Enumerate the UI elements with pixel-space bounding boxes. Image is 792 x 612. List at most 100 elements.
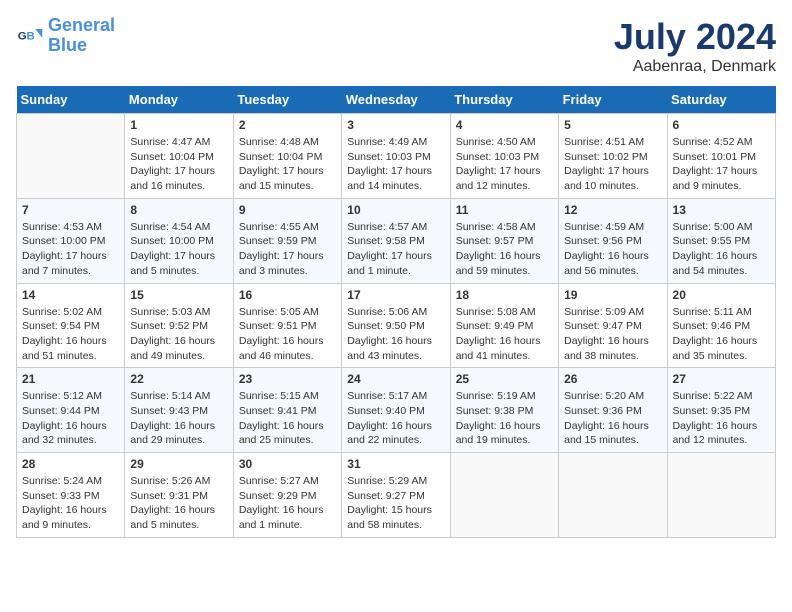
calendar-cell: 23 Sunrise: 5:15 AMSunset: 9:41 PMDayligh… (233, 368, 341, 453)
day-number: 13 (673, 203, 770, 217)
day-number: 26 (564, 372, 661, 386)
weekday-header-wednesday: Wednesday (342, 86, 450, 114)
day-number: 1 (130, 118, 227, 132)
calendar-cell: 2 Sunrise: 4:48 AMSunset: 10:04 PMDayligh… (233, 114, 341, 199)
day-number: 10 (347, 203, 444, 217)
svg-text:G: G (18, 30, 27, 42)
calendar-cell: 1 Sunrise: 4:47 AMSunset: 10:04 PMDayligh… (125, 114, 233, 199)
day-info: Sunrise: 5:22 AMSunset: 9:35 PMDaylight:… (673, 389, 770, 448)
day-number: 8 (130, 203, 227, 217)
day-number: 24 (347, 372, 444, 386)
day-info: Sunrise: 4:52 AMSunset: 10:01 PMDaylight… (673, 135, 770, 194)
logo-line1: General (48, 15, 115, 35)
day-info: Sunrise: 4:53 AMSunset: 10:00 PMDaylight… (22, 220, 119, 279)
calendar-cell: 18 Sunrise: 5:08 AMSunset: 9:49 PMDayligh… (450, 283, 558, 368)
calendar-cell: 12Sunrise: 4:59 AMSunset: 9:56 PMDayligh… (559, 198, 667, 283)
title-block: July 2024 Aabenraa, Denmark (614, 16, 776, 76)
day-number: 3 (347, 118, 444, 132)
calendar-week-4: 21 Sunrise: 5:12 AMSunset: 9:44 PMDayligh… (17, 368, 776, 453)
day-info: Sunrise: 5:26 AMSunset: 9:31 PMDaylight:… (130, 474, 227, 533)
calendar-cell: 8Sunrise: 4:54 AMSunset: 10:00 PMDayligh… (125, 198, 233, 283)
svg-text:B: B (27, 30, 35, 42)
logo-icon: G B (16, 22, 44, 50)
calendar-cell: 5Sunrise: 4:51 AMSunset: 10:02 PMDayligh… (559, 114, 667, 199)
day-info: Sunrise: 5:02 AMSunset: 9:54 PMDaylight:… (22, 305, 119, 364)
calendar-cell: 20Sunrise: 5:11 AMSunset: 9:46 PMDayligh… (667, 283, 775, 368)
calendar-cell: 26 Sunrise: 5:20 AMSunset: 9:36 PMDayligh… (559, 368, 667, 453)
day-number: 4 (456, 118, 553, 132)
calendar-week-3: 14 Sunrise: 5:02 AMSunset: 9:54 PMDayligh… (17, 283, 776, 368)
day-info: Sunrise: 5:05 AMSunset: 9:51 PMDaylight:… (239, 305, 336, 364)
calendar-cell: 7Sunrise: 4:53 AMSunset: 10:00 PMDayligh… (17, 198, 125, 283)
day-info: Sunrise: 4:58 AMSunset: 9:57 PMDaylight:… (456, 220, 553, 279)
day-info: Sunrise: 4:51 AMSunset: 10:02 PMDaylight… (564, 135, 661, 194)
calendar-week-5: 28 Sunrise: 5:24 AMSunset: 9:33 PMDayligh… (17, 453, 776, 538)
calendar-cell: 11 Sunrise: 4:58 AMSunset: 9:57 PMDayligh… (450, 198, 558, 283)
day-info: Sunrise: 4:47 AMSunset: 10:04 PMDaylight… (130, 135, 227, 194)
day-number: 27 (673, 372, 770, 386)
day-number: 14 (22, 288, 119, 302)
day-number: 31 (347, 457, 444, 471)
day-info: Sunrise: 4:57 AMSunset: 9:58 PMDaylight:… (347, 220, 444, 279)
calendar-cell: 28 Sunrise: 5:24 AMSunset: 9:33 PMDayligh… (17, 453, 125, 538)
weekday-header-sunday: Sunday (17, 86, 125, 114)
day-number: 9 (239, 203, 336, 217)
calendar-cell: 24 Sunrise: 5:17 AMSunset: 9:40 PMDayligh… (342, 368, 450, 453)
weekday-header-row: SundayMondayTuesdayWednesdayThursdayFrid… (17, 86, 776, 114)
day-info: Sunrise: 4:48 AMSunset: 10:04 PMDaylight… (239, 135, 336, 194)
calendar-cell: 9 Sunrise: 4:55 AMSunset: 9:59 PMDaylight… (233, 198, 341, 283)
calendar-cell (667, 453, 775, 538)
calendar-week-2: 7Sunrise: 4:53 AMSunset: 10:00 PMDayligh… (17, 198, 776, 283)
day-info: Sunrise: 5:12 AMSunset: 9:44 PMDaylight:… (22, 389, 119, 448)
calendar-cell: 4Sunrise: 4:50 AMSunset: 10:03 PMDayligh… (450, 114, 558, 199)
day-info: Sunrise: 5:24 AMSunset: 9:33 PMDaylight:… (22, 474, 119, 533)
calendar-cell: 17 Sunrise: 5:06 AMSunset: 9:50 PMDayligh… (342, 283, 450, 368)
day-number: 15 (130, 288, 227, 302)
day-number: 12 (564, 203, 661, 217)
day-info: Sunrise: 5:14 AMSunset: 9:43 PMDaylight:… (130, 389, 227, 448)
day-info: Sunrise: 5:00 AMSunset: 9:55 PMDaylight:… (673, 220, 770, 279)
calendar-week-1: 1 Sunrise: 4:47 AMSunset: 10:04 PMDayligh… (17, 114, 776, 199)
location: Aabenraa, Denmark (614, 58, 776, 76)
calendar-table: SundayMondayTuesdayWednesdayThursdayFrid… (16, 86, 776, 538)
day-number: 18 (456, 288, 553, 302)
calendar-cell: 6 Sunrise: 4:52 AMSunset: 10:01 PMDayligh… (667, 114, 775, 199)
day-info: Sunrise: 5:08 AMSunset: 9:49 PMDaylight:… (456, 305, 553, 364)
weekday-header-saturday: Saturday (667, 86, 775, 114)
day-number: 11 (456, 203, 553, 217)
calendar-cell: 30Sunrise: 5:27 AMSunset: 9:29 PMDayligh… (233, 453, 341, 538)
calendar-cell: 13 Sunrise: 5:00 AMSunset: 9:55 PMDayligh… (667, 198, 775, 283)
day-info: Sunrise: 5:20 AMSunset: 9:36 PMDaylight:… (564, 389, 661, 448)
weekday-header-friday: Friday (559, 86, 667, 114)
day-info: Sunrise: 4:55 AMSunset: 9:59 PMDaylight:… (239, 220, 336, 279)
calendar-cell: 27 Sunrise: 5:22 AMSunset: 9:35 PMDayligh… (667, 368, 775, 453)
day-info: Sunrise: 5:06 AMSunset: 9:50 PMDaylight:… (347, 305, 444, 364)
calendar-cell (559, 453, 667, 538)
calendar-cell: 14 Sunrise: 5:02 AMSunset: 9:54 PMDayligh… (17, 283, 125, 368)
day-number: 21 (22, 372, 119, 386)
day-number: 2 (239, 118, 336, 132)
day-number: 19 (564, 288, 661, 302)
calendar-cell: 21 Sunrise: 5:12 AMSunset: 9:44 PMDayligh… (17, 368, 125, 453)
calendar-cell: 16Sunrise: 5:05 AMSunset: 9:51 PMDayligh… (233, 283, 341, 368)
day-number: 17 (347, 288, 444, 302)
logo-text: General Blue (48, 16, 115, 56)
calendar-cell: 22 Sunrise: 5:14 AMSunset: 9:43 PMDayligh… (125, 368, 233, 453)
day-info: Sunrise: 5:27 AMSunset: 9:29 PMDaylight:… (239, 474, 336, 533)
weekday-header-monday: Monday (125, 86, 233, 114)
day-info: Sunrise: 5:17 AMSunset: 9:40 PMDaylight:… (347, 389, 444, 448)
day-number: 6 (673, 118, 770, 132)
day-number: 22 (130, 372, 227, 386)
logo-line2: Blue (48, 35, 87, 55)
day-number: 20 (673, 288, 770, 302)
day-info: Sunrise: 5:19 AMSunset: 9:38 PMDaylight:… (456, 389, 553, 448)
weekday-header-thursday: Thursday (450, 86, 558, 114)
day-info: Sunrise: 5:15 AMSunset: 9:41 PMDaylight:… (239, 389, 336, 448)
calendar-cell: 31 Sunrise: 5:29 AMSunset: 9:27 PMDayligh… (342, 453, 450, 538)
day-number: 23 (239, 372, 336, 386)
day-info: Sunrise: 5:29 AMSunset: 9:27 PMDaylight:… (347, 474, 444, 533)
calendar-cell: 19Sunrise: 5:09 AMSunset: 9:47 PMDayligh… (559, 283, 667, 368)
calendar-cell: 3Sunrise: 4:49 AMSunset: 10:03 PMDayligh… (342, 114, 450, 199)
calendar-cell: 10 Sunrise: 4:57 AMSunset: 9:58 PMDayligh… (342, 198, 450, 283)
day-number: 28 (22, 457, 119, 471)
